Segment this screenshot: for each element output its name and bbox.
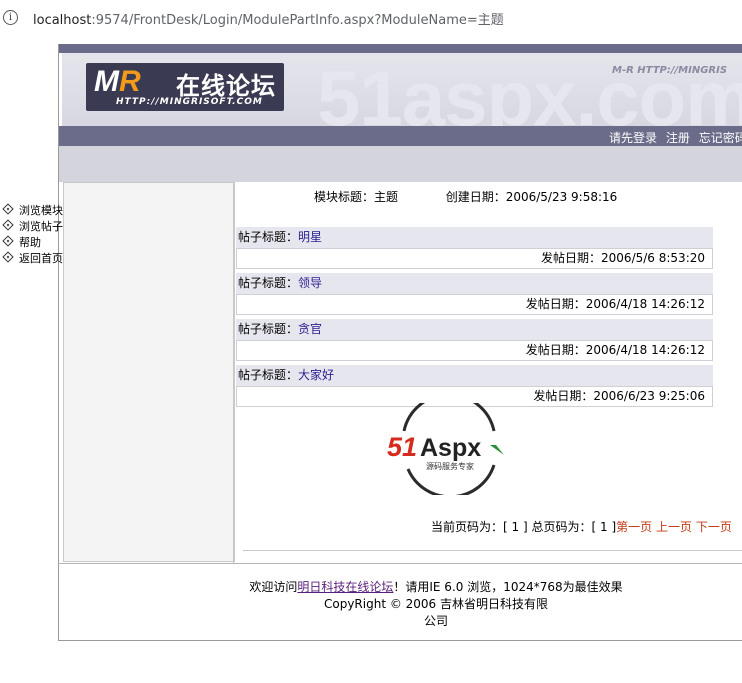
footer-divider: [58, 563, 742, 564]
address-bar[interactable]: i localhost:9574/FrontDesk/Login/ModuleP…: [0, 0, 742, 36]
post-date-row: 发帖日期：2006/4/18 14:26:12: [236, 294, 713, 315]
current-page: [ 1 ]: [503, 520, 528, 534]
module-info: 模块标题：主题 创建日期：2006/5/23 9:58:16: [314, 190, 618, 204]
sidebar-item-browse-posts[interactable]: 浏览帖子: [2, 219, 63, 235]
sidebar-menu: 浏览模块 浏览帖子 帮助 返回首页: [2, 203, 63, 267]
post-item: 帖子标题：明星 发帖日期：2006/5/6 8:53:20: [236, 227, 713, 269]
nav-bar: 请先登录 注册 忘记密码: [59, 126, 742, 146]
prev-page-link[interactable]: 上一页: [656, 520, 692, 534]
logo-mr: MR: [94, 65, 141, 98]
logo-title: 在线论坛: [176, 72, 276, 100]
module-created-date: 2006/5/23 9:58:16: [505, 190, 618, 204]
info-icon[interactable]: i: [3, 10, 18, 25]
sidebar-item-home[interactable]: 返回首页: [2, 251, 63, 267]
content-bottom-divider: [243, 550, 742, 551]
site-logo: MR 在线论坛 HTTP://MINGRISOFT.COM: [86, 63, 284, 111]
post-date: 2006/4/18 14:26:12: [585, 297, 705, 311]
51aspx-logo: 51 Aspx 源码服务专家: [387, 403, 504, 495]
logo-aspx: Aspx: [420, 434, 481, 462]
post-date-row: 发帖日期：2006/5/6 8:53:20: [236, 248, 713, 269]
sidebar-panel: [63, 182, 235, 562]
logo-51: 51: [387, 432, 417, 462]
sidebar-item-browse-modules[interactable]: 浏览模块: [2, 203, 63, 219]
post-date: 2006/5/6 8:53:20: [601, 251, 705, 265]
next-page-link[interactable]: 下一页: [696, 520, 732, 534]
module-title: 主题: [374, 190, 399, 204]
site-link[interactable]: 明日科技在线论坛: [297, 580, 393, 594]
post-title-row: 帖子标题：大家好: [236, 365, 713, 386]
post-title-link[interactable]: 贪官: [298, 322, 322, 336]
post-item: 帖子标题：大家好 发帖日期：2006/6/23 9:25:06: [236, 365, 713, 407]
total-pages: [ 1 ]: [591, 520, 617, 534]
register-link[interactable]: 注册: [666, 131, 690, 145]
pagination: 当前页码为：[ 1 ] 总页码为：[ 1 ]第一页 上一页 下一页: [431, 520, 732, 534]
first-page-link[interactable]: 第一页: [616, 520, 652, 534]
post-item: 帖子标题：贪官 发帖日期：2006/4/18 14:26:12: [236, 319, 713, 361]
diamond-bullet-icon: [2, 251, 14, 263]
forgot-password-link[interactable]: 忘记密码: [699, 131, 742, 145]
logo-url: HTTP://MINGRISOFT.COM: [116, 97, 263, 107]
post-title-row: 帖子标题：明星: [236, 227, 713, 248]
post-title-row: 帖子标题：贪官: [236, 319, 713, 340]
copyright: CopyRight © 2006 吉林省明日科技有限公司: [323, 597, 549, 628]
url-text[interactable]: localhost:9574/FrontDesk/Login/ModulePar…: [33, 9, 504, 28]
post-date: 2006/4/18 14:26:12: [585, 343, 705, 357]
footer: 欢迎访问明日科技在线论坛！请用IE 6.0 浏览，1024*768为最佳效果 C…: [249, 580, 623, 628]
post-date: 2006/6/23 9:25:06: [593, 389, 705, 403]
sidebar-item-help[interactable]: 帮助: [2, 235, 63, 251]
url-path: :9574/FrontDesk/Login/ModulePartInfo.asp…: [91, 13, 504, 28]
login-link[interactable]: 请先登录: [609, 131, 657, 145]
post-title-row: 帖子标题：领导: [236, 273, 713, 294]
diamond-bullet-icon: [2, 219, 14, 231]
diamond-bullet-icon: [2, 203, 14, 215]
post-title-link[interactable]: 领导: [298, 276, 322, 290]
header-band: [59, 146, 742, 182]
post-title-link[interactable]: 明星: [298, 230, 322, 244]
url-host: localhost: [33, 13, 92, 28]
post-title-link[interactable]: 大家好: [298, 368, 334, 382]
post-item: 帖子标题：领导 发帖日期：2006/4/18 14:26:12: [236, 273, 713, 315]
logo-subtitle: 源码服务专家: [426, 461, 474, 471]
top-strip: [59, 44, 742, 53]
post-date-row: 发帖日期：2006/4/18 14:26:12: [236, 340, 713, 361]
content-divider: [233, 183, 234, 563]
banner-watermark-url: M-R HTTP://MINGRIS: [612, 65, 728, 76]
diamond-bullet-icon: [2, 235, 14, 247]
